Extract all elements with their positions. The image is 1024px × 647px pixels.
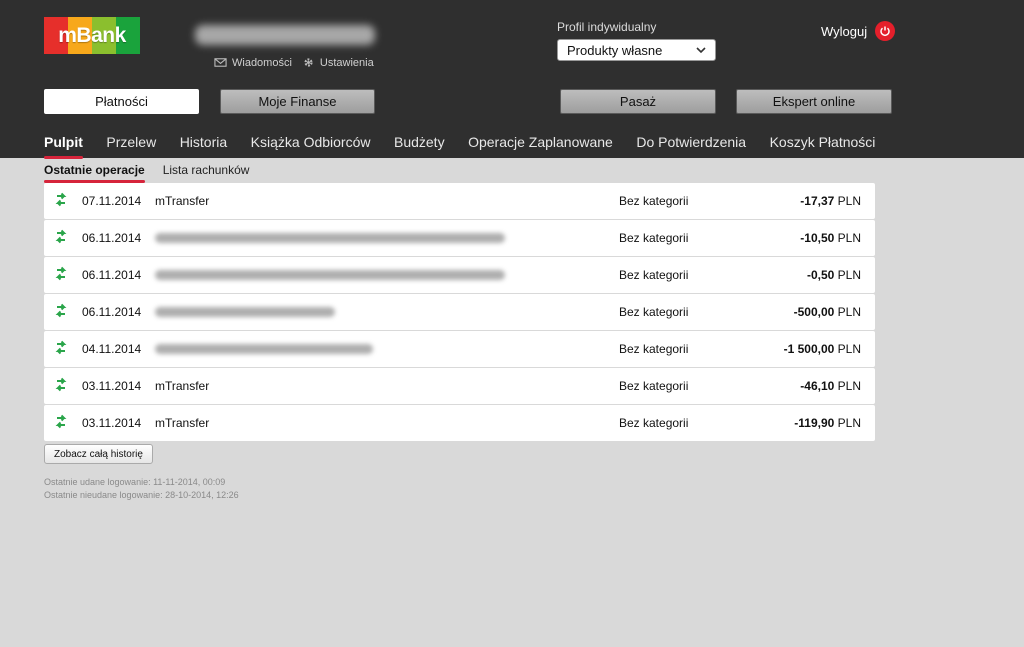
header-bar: mBank Wiadomości Ustawienia Profil indyw… (0, 0, 1024, 159)
user-links: Wiadomości Ustawienia (214, 56, 374, 69)
mail-icon (214, 58, 227, 67)
operation-amount: -119,90 PLN (794, 416, 861, 430)
operation-category: Bez kategorii (619, 231, 689, 245)
amount-currency: PLN (837, 268, 861, 282)
login-info: Ostatnie udane logowanie: 11-11-2014, 00… (44, 476, 239, 502)
operation-row[interactable]: 04.11.2014 Bez kategorii -1 500,00 PLN (44, 331, 875, 367)
amount-value: -0,50 (806, 268, 835, 282)
transfer-arrows-icon (55, 414, 67, 429)
main-nav: Pulpit Przelew Historia Książka Odbiorcó… (44, 134, 876, 159)
settings-link[interactable]: Ustawienia (302, 56, 374, 69)
operation-category: Bez kategorii (619, 268, 689, 282)
operations-list: 07.11.2014 mTransfer Bez kategorii -17,3… (44, 183, 875, 442)
operation-date: 03.11.2014 (82, 379, 142, 393)
settings-label: Ustawienia (319, 56, 374, 69)
messages-link[interactable]: Wiadomości (214, 56, 292, 69)
operation-date: 03.11.2014 (82, 416, 142, 430)
amount-value: -10,50 (800, 231, 835, 245)
sub-nav: Ostatnie operacje Lista rachunków (44, 163, 250, 183)
nav-pulpit[interactable]: Pulpit (44, 134, 83, 159)
amount-value: -46,10 (800, 379, 835, 393)
operation-row[interactable]: 03.11.2014 mTransfer Bez kategorii -119,… (44, 405, 875, 441)
nav-do-potwierdzenia[interactable]: Do Potwierdzenia (636, 134, 746, 150)
power-icon (875, 21, 896, 41)
amount-currency: PLN (837, 416, 861, 430)
user-name-redacted (195, 25, 375, 45)
transfer-arrows-icon (55, 229, 67, 244)
operation-description: mTransfer (155, 416, 210, 430)
profile-select-value: Produkty własne (567, 42, 663, 58)
transfer-arrows-icon (55, 340, 67, 355)
operation-row[interactable]: 06.11.2014 Bez kategorii -500,00 PLN (44, 294, 875, 330)
nav-historia[interactable]: Historia (180, 134, 227, 150)
operation-description-redacted (155, 307, 335, 317)
tab-moje-finanse[interactable]: Moje Finanse (220, 89, 375, 114)
operation-amount: -1 500,00 PLN (784, 342, 861, 356)
last-successful-login: Ostatnie udane logowanie: 11-11-2014, 00… (44, 477, 226, 487)
logout-button[interactable]: Wyloguj (821, 21, 896, 41)
messages-label: Wiadomości (232, 56, 292, 69)
logout-label: Wyloguj (821, 23, 868, 39)
amount-currency: PLN (837, 194, 861, 208)
nav-budzety[interactable]: Budżety (394, 134, 445, 150)
operation-description: mTransfer (155, 379, 210, 393)
operation-description-redacted (155, 233, 505, 243)
operation-row[interactable]: 06.11.2014 Bez kategorii -10,50 PLN (44, 220, 875, 256)
mbank-logo[interactable]: mBank (44, 17, 140, 54)
gear-icon (304, 58, 313, 67)
operation-date: 06.11.2014 (82, 231, 142, 245)
operation-description: mTransfer (155, 194, 210, 208)
amount-value: -119,90 (794, 416, 835, 430)
nav-operacje-zaplanowane[interactable]: Operacje Zaplanowane (468, 134, 613, 150)
operation-amount: -500,00 PLN (794, 305, 861, 319)
amount-value: -1 500,00 (783, 342, 835, 356)
operation-amount: -0,50 PLN (807, 268, 861, 282)
operation-row[interactable]: 06.11.2014 Bez kategorii -0,50 PLN (44, 257, 875, 293)
operation-description-redacted (155, 344, 373, 354)
amount-value: -500,00 (793, 305, 835, 319)
operation-date: 06.11.2014 (82, 268, 142, 282)
transfer-arrows-icon (55, 192, 67, 207)
transfer-arrows-icon (55, 377, 67, 392)
nav-przelew[interactable]: Przelew (106, 134, 156, 150)
tab-ekspert-online[interactable]: Ekspert online (736, 89, 892, 114)
tab-pasaz[interactable]: Pasaż (560, 89, 716, 114)
profile-label: Profil indywidualny (557, 20, 657, 34)
operation-amount: -10,50 PLN (800, 231, 861, 245)
operation-row[interactable]: 03.11.2014 mTransfer Bez kategorii -46,1… (44, 368, 875, 404)
amount-currency: PLN (837, 342, 861, 356)
subtab-ostatnie-operacje[interactable]: Ostatnie operacje (44, 163, 145, 183)
see-full-history-button[interactable]: Zobacz całą historię (44, 444, 153, 464)
operation-category: Bez kategorii (619, 305, 689, 319)
operation-category: Bez kategorii (619, 379, 689, 393)
logo-text: mBank (58, 23, 126, 47)
amount-value: -17,37 (800, 194, 835, 208)
amount-currency: PLN (837, 379, 861, 393)
subtab-lista-rachunkow[interactable]: Lista rachunków (163, 163, 250, 177)
operation-category: Bez kategorii (619, 416, 689, 430)
transfer-arrows-icon (55, 266, 67, 281)
last-failed-login: Ostatnie nieudane logowanie: 28-10-2014,… (44, 490, 239, 500)
operation-row[interactable]: 07.11.2014 mTransfer Bez kategorii -17,3… (44, 183, 875, 219)
chevron-down-icon (696, 47, 706, 54)
amount-currency: PLN (837, 305, 861, 319)
operation-amount: -17,37 PLN (800, 194, 861, 208)
operation-date: 07.11.2014 (82, 194, 142, 208)
operation-date: 06.11.2014 (82, 305, 142, 319)
operation-description-redacted (155, 270, 505, 280)
amount-currency: PLN (837, 231, 861, 245)
operation-category: Bez kategorii (619, 342, 689, 356)
nav-koszyk-platnosci[interactable]: Koszyk Płatności (770, 134, 876, 150)
tab-platnosci[interactable]: Płatności (44, 89, 199, 114)
operation-amount: -46,10 PLN (800, 379, 861, 393)
nav-ksiazka-odbiorcow[interactable]: Książka Odbiorców (251, 134, 371, 150)
profile-select[interactable]: Produkty własne (557, 39, 716, 61)
operation-category: Bez kategorii (619, 194, 689, 208)
operation-date: 04.11.2014 (82, 342, 142, 356)
transfer-arrows-icon (55, 303, 67, 318)
